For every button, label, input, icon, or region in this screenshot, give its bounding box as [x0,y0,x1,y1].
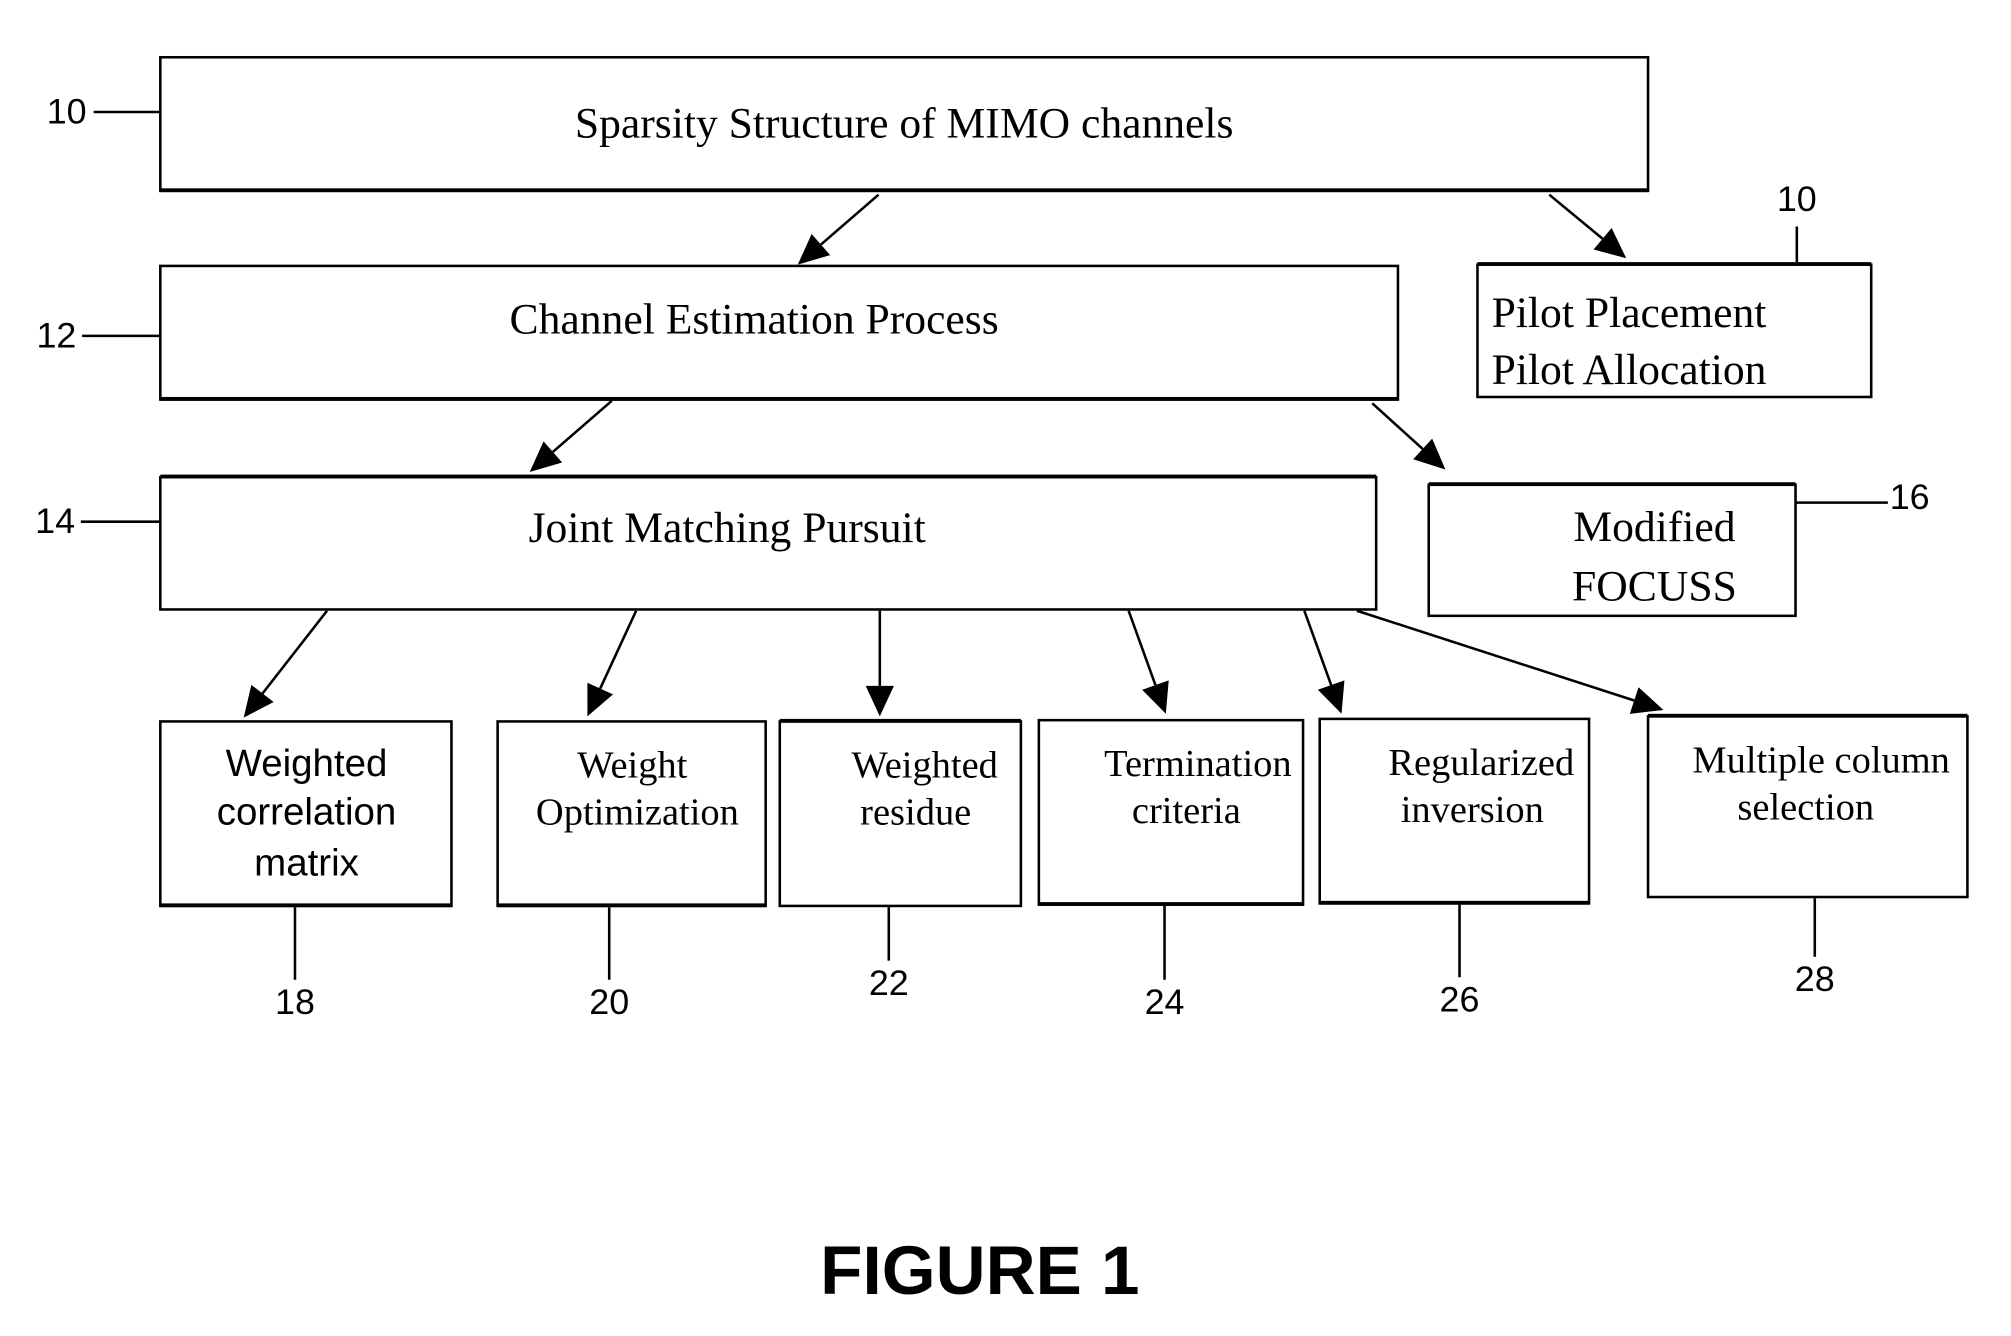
arrow-channel-estimation-to-focuss [1371,402,1446,470]
arrow-shaft [552,399,613,453]
arrow-shaft [1356,609,1635,702]
node-label-line-1: Termination [1104,743,1291,785]
arrow-shaft [1127,610,1157,686]
node-label-line-1: Modified [1573,503,1736,551]
node-label-line-1: Regularized [1388,742,1574,784]
arrow-shaft [599,610,638,690]
node-termination: Termination criteria [1037,718,1305,906]
node-focuss: Modified FOCUSS [1427,482,1797,618]
reference-numeral: 26 [1440,980,1480,1020]
node-weighted-correlation: Weighted correlation matrix [159,720,453,908]
arrowhead-icon [1317,680,1345,714]
node-multiple-column: Multiple column selection [1646,713,1969,899]
node-box-shadow [497,903,766,908]
figure-title: FIGURE 1 [820,1232,1139,1309]
node-regularized: Regularized inversion [1318,717,1591,905]
arrowhead-icon [1593,227,1627,259]
arrow-jmp-to-weighted-correlation [243,609,329,718]
arrowhead-icon [1629,687,1664,714]
node-label-line-2: correlation [217,791,397,834]
node-label-line-2: Optimization [536,792,739,834]
node-pilot: Pilot Placement Pilot Allocation [1476,262,1873,399]
arrow-jmp-to-termination [1127,610,1169,714]
ref-label-weighted-correlation: 18 [275,907,315,1022]
node-box-shadow [779,718,1021,723]
reference-numeral: 12 [36,315,76,355]
ref-label-termination: 24 [1145,905,1185,1022]
arrow-shaft [1303,610,1333,686]
ref-label-multiple-column: 28 [1795,898,1835,999]
arrow-sparsity-to-channel-estimation [797,193,880,265]
arrow-channel-estimation-to-jmp [529,399,613,473]
node-label-line-1: Multiple column [1692,739,1949,781]
node-label-line-2: residue [860,792,971,834]
node-label-line-1: Weight [577,745,687,787]
node-weight-optimization: Weight Optimization [496,720,767,908]
node-label-line-1: Weighted [226,742,388,785]
reference-numeral: 10 [47,92,87,132]
arrow-jmp-to-weighted-residue [865,610,894,717]
node-label-line-2: Pilot Allocation [1492,346,1767,394]
reference-numeral: 22 [869,963,909,1003]
ref-label-sparsity: 10 [47,92,161,132]
node-box-shadow [1038,902,1304,906]
reference-numeral: 16 [1890,477,1930,517]
reference-numeral: 24 [1145,982,1185,1022]
arrowhead-icon [1142,680,1169,714]
node-label: Sparsity Structure of MIMO channels [575,100,1234,148]
node-jmp: Joint Matching Pursuit [159,474,1378,611]
ref-label-pilot: 10 [1777,179,1817,263]
arrow-jmp-to-weight-optimization [587,610,638,717]
arrow-jmp-to-regularized [1303,610,1345,714]
ref-label-channel-estimation: 12 [36,315,161,355]
node-label-line-2: selection [1737,787,1874,829]
node-weighted-residue: Weighted residue [778,718,1023,908]
reference-numeral: 28 [1795,959,1835,999]
reference-numeral: 10 [1777,179,1817,219]
arrow-shaft [820,193,880,246]
ref-label-focuss: 16 [1795,477,1930,517]
node-label: Channel Estimation Process [510,296,999,344]
reference-numeral: 20 [589,982,629,1022]
node-label-line-3: matrix [254,842,359,885]
arrowhead-icon [243,684,274,718]
ref-label-regularized: 26 [1440,904,1480,1020]
arrow-jmp-to-multiple-column [1356,609,1664,714]
node-label-line-1: Pilot Placement [1492,289,1767,337]
node-box-shadow [160,396,1398,401]
node-label-line-1: Weighted [851,745,997,787]
reference-numeral: 18 [275,982,315,1022]
node-box-shadow [1428,482,1796,487]
node-label: Joint Matching Pursuit [529,504,926,552]
reference-numeral: 14 [35,501,75,541]
ref-label-weighted-residue: 22 [869,907,909,1003]
ref-label-weight-optimization: 20 [589,907,629,1022]
node-label-line-2: inversion [1401,789,1544,831]
node-box-shadow [1477,262,1872,266]
arrowhead-icon [797,234,831,265]
node-box-shadow [1319,900,1590,905]
figure-canvas: Sparsity Structure of MIMO channels 10 C… [35,55,1969,1309]
node-label-line-2: criteria [1132,790,1241,832]
arrow-shaft [261,609,329,695]
node-box-shadow [160,903,452,908]
arrow-shaft [1548,193,1604,240]
node-box-shadow [160,188,1649,193]
arrowhead-icon [865,685,894,717]
node-label-line-2: FOCUSS [1572,563,1737,611]
node-channel-estimation: Channel Estimation Process [159,264,1400,401]
ref-label-jmp: 14 [35,501,161,541]
node-sparsity: Sparsity Structure of MIMO channels [159,55,1650,193]
node-box-shadow [160,474,1377,479]
arrowhead-icon [529,441,563,473]
arrow-sparsity-to-pilot [1548,193,1627,259]
node-box-shadow [1648,713,1968,718]
arrow-shaft [1371,402,1424,450]
